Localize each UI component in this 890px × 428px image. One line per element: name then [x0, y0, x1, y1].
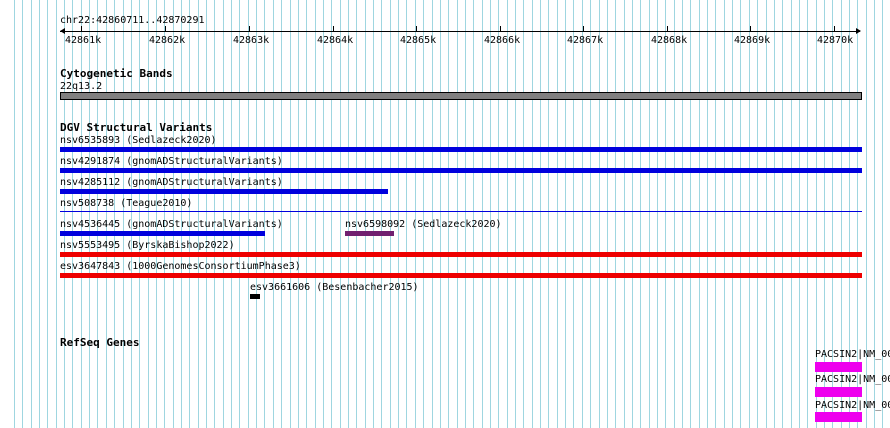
ruler-right-arrow — [856, 28, 861, 34]
refseq-gene-bar[interactable] — [815, 387, 862, 397]
dgv-feature-bar-nsv508738[interactable] — [60, 211, 862, 212]
ruler-tick-label: 42870k — [817, 35, 854, 46]
dgv-track-title: DGV Structural Variants — [60, 121, 213, 134]
dgv-feature-bar-nsv4285112[interactable] — [60, 189, 388, 194]
ruler-tick — [834, 26, 835, 32]
dgv-feature-label: esv3661606 (Besenbacher2015) — [250, 282, 419, 293]
ruler-tick — [583, 26, 584, 32]
cytoband-track-title: Cytogenetic Bands — [60, 67, 173, 80]
ruler-tick-label: 42863k — [233, 35, 270, 46]
ruler-axis-line — [60, 31, 860, 32]
ruler-tick — [750, 26, 751, 32]
cytoband-feature[interactable] — [60, 92, 862, 100]
ruler-tick — [500, 26, 501, 32]
refseq-gene-bar[interactable] — [815, 412, 862, 422]
dgv-feature-label: nsv5553495 (ByrskaBishop2022) — [60, 240, 235, 251]
dgv-feature-bar-nsv5553495[interactable] — [60, 252, 862, 257]
ruler-tick — [333, 26, 334, 32]
ruler-tick-label: 42867k — [567, 35, 604, 46]
dgv-feature-label: nsv4285112 (gnomADStructuralVariants) — [60, 177, 283, 188]
dgv-feature-label: esv3647843 (1000GenomesConsortiumPhase3) — [60, 261, 301, 272]
refseq-gene-label: PACSIN2|NM_00 — [815, 374, 890, 385]
dgv-feature-bar-esv3661606[interactable] — [250, 294, 260, 299]
refseq-gene-label: PACSIN2|NM_00 — [815, 349, 890, 360]
ruler-tick-label: 42861k — [65, 35, 102, 46]
dgv-feature-bar-nsv4536445[interactable] — [60, 231, 265, 236]
ruler-tick-label: 42862k — [149, 35, 186, 46]
ruler-tick — [667, 26, 668, 32]
ruler-tick — [81, 26, 82, 32]
refseq-track-title: RefSeq Genes — [60, 336, 140, 349]
ruler-tick-label: 42868k — [651, 35, 688, 46]
dgv-feature-label: nsv6598092 (Sedlazeck2020) — [345, 219, 502, 230]
genome-browser-panel: chr22:42860711..42870291 42861k 42862k 4… — [0, 0, 890, 428]
dgv-feature-bar-nsv4291874[interactable] — [60, 168, 862, 173]
ruler-left-arrow — [60, 28, 65, 34]
dgv-feature-bar-nsv6535893[interactable] — [60, 147, 862, 152]
refseq-gene-label: PACSIN2|NM_00 — [815, 400, 890, 411]
ruler-tick-label: 42866k — [484, 35, 521, 46]
ruler-tick-label: 42865k — [400, 35, 437, 46]
ruler-location: chr22:42860711..42870291 — [60, 15, 205, 26]
dgv-feature-label: nsv4291874 (gnomADStructuralVariants) — [60, 156, 283, 167]
dgv-feature-label: nsv4536445 (gnomADStructuralVariants) — [60, 219, 283, 230]
dgv-feature-label: nsv6535893 (Sedlazeck2020) — [60, 135, 217, 146]
cytoband-label: 22q13.2 — [60, 81, 103, 92]
dgv-feature-bar-esv3647843[interactable] — [60, 273, 862, 278]
ruler-tick — [165, 26, 166, 32]
dgv-feature-label: nsv508738 (Teague2010) — [60, 198, 193, 209]
ruler-tick — [249, 26, 250, 32]
ruler-tick-label: 42864k — [317, 35, 354, 46]
ruler-tick-label: 42869k — [734, 35, 771, 46]
refseq-gene-bar[interactable] — [815, 362, 862, 372]
ruler-tick — [416, 26, 417, 32]
dgv-feature-bar-nsv6598092[interactable] — [345, 231, 394, 236]
